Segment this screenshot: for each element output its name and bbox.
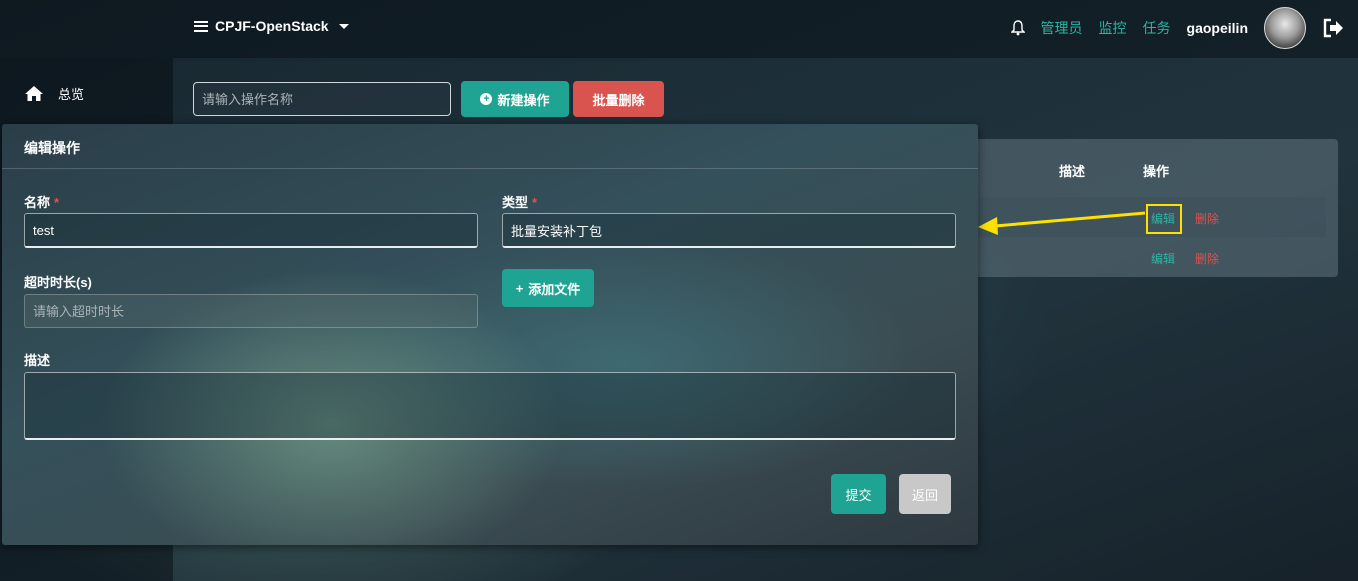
caret-down-icon — [338, 23, 349, 29]
logout-icon[interactable] — [1322, 18, 1344, 38]
required-mark: * — [532, 195, 538, 210]
project-selector[interactable]: CPJF-OpenStack — [194, 18, 349, 34]
column-header-description: 描述 — [1059, 164, 1086, 179]
list-icon — [194, 20, 208, 32]
admin-link[interactable]: 管理员 — [1041, 18, 1083, 38]
name-field[interactable] — [24, 213, 478, 248]
type-label: 类型 * — [502, 192, 537, 211]
modal-title: 编辑操作 — [24, 140, 80, 156]
type-label-text: 类型 — [502, 195, 529, 210]
avatar[interactable] — [1264, 7, 1306, 49]
plus-circle-icon: + — [480, 93, 493, 105]
description-field[interactable] — [24, 372, 956, 440]
sidebar-item-overview[interactable]: 总览 — [24, 84, 84, 103]
column-header-action: 操作 — [1143, 164, 1170, 179]
submit-button[interactable]: 提交 — [831, 474, 886, 514]
home-icon — [25, 86, 43, 101]
required-mark: * — [54, 195, 60, 210]
plus-icon: + — [515, 280, 524, 296]
name-label: 名称 * — [24, 192, 59, 211]
description-label: 描述 — [24, 353, 51, 368]
add-file-button[interactable]: + 添加文件 — [502, 269, 594, 307]
username[interactable]: gaopeilin — [1187, 20, 1248, 36]
highlight-box — [1146, 204, 1182, 234]
batch-delete-button[interactable]: 批量删除 — [573, 81, 664, 117]
top-navbar: CPJF-OpenStack 管理员 监控 任务 gaopeilin — [0, 0, 1358, 58]
type-field[interactable] — [502, 213, 956, 248]
user-toolbar: 管理员 监控 任务 gaopeilin — [1010, 7, 1344, 49]
annotation-arrow-icon — [978, 211, 1146, 235]
bell-icon[interactable] — [1010, 20, 1025, 36]
row-edit-link[interactable]: 编辑 — [1151, 250, 1175, 267]
timeout-field[interactable] — [24, 294, 478, 328]
edit-operation-modal: 编辑操作 名称* 类型* 超时时长(s) + 添加文件 描述 提交 返回 — [2, 124, 978, 545]
name-label-text: 名称 — [24, 195, 51, 210]
divider — [2, 168, 978, 169]
row-delete-link[interactable]: 删除 — [1195, 250, 1219, 267]
new-operation-label: 新建操作 — [497, 92, 550, 108]
back-button[interactable]: 返回 — [899, 474, 951, 514]
project-name: CPJF-OpenStack — [215, 18, 329, 34]
new-operation-button[interactable]: + 新建操作 — [461, 81, 569, 117]
operation-search-input[interactable] — [193, 82, 451, 116]
task-link[interactable]: 任务 — [1143, 18, 1171, 38]
timeout-label: 超时时长(s) — [24, 275, 92, 290]
row-delete-link[interactable]: 删除 — [1195, 210, 1219, 227]
sidebar-item-label: 总览 — [58, 87, 85, 102]
add-file-label: 添加文件 — [528, 281, 581, 297]
monitor-link[interactable]: 监控 — [1099, 18, 1127, 38]
